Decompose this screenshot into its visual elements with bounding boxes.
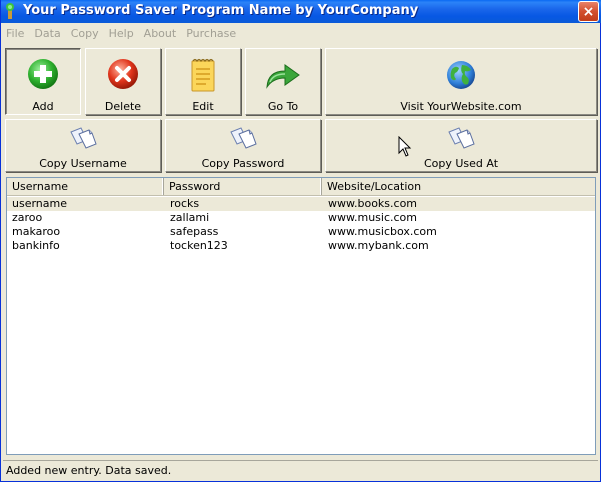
copy-used-at-label: Copy Used At: [423, 157, 499, 170]
cell-username: zaroo: [12, 211, 43, 224]
table-row[interactable]: zaroo zallami www.music.com: [7, 211, 595, 225]
goto-button[interactable]: Go To: [245, 48, 321, 115]
cell-username: username: [12, 197, 67, 210]
cell-website: www.mybank.com: [328, 239, 429, 252]
edit-label: Edit: [192, 100, 214, 113]
list-header: Username Password Website/Location: [7, 178, 595, 196]
menu-purchase[interactable]: Purchase: [186, 27, 236, 40]
table-row[interactable]: username rocks www.books.com: [7, 197, 595, 211]
menu-copy[interactable]: Copy: [71, 27, 99, 40]
password-list[interactable]: Username Password Website/Location usern…: [6, 177, 596, 455]
menu-bar: File Data Copy Help About Purchase: [1, 23, 600, 43]
app-window: Your Password Saver Program Name by Your…: [0, 0, 601, 482]
app-icon: [6, 3, 14, 19]
cell-website: www.music.com: [328, 211, 417, 224]
cell-website: www.books.com: [328, 197, 418, 210]
menu-file[interactable]: File: [6, 27, 24, 40]
delete-label: Delete: [104, 100, 142, 113]
cell-password: safepass: [170, 225, 219, 238]
menu-about[interactable]: About: [144, 27, 177, 40]
visit-website-button[interactable]: Visit YourWebsite.com: [325, 48, 597, 115]
copy-documents-icon: [448, 127, 475, 149]
copy-documents-icon: [230, 127, 257, 149]
copy-password-button[interactable]: Copy Password: [165, 119, 321, 172]
copy-username-button[interactable]: Copy Username: [5, 119, 161, 172]
plus-circle-icon: [28, 59, 58, 89]
window-title: Your Password Saver Program Name by Your…: [23, 3, 419, 18]
close-button[interactable]: ×: [578, 1, 599, 22]
globe-icon: [447, 61, 475, 89]
goto-label: Go To: [267, 100, 299, 113]
x-circle-icon: [108, 59, 138, 89]
cell-website: www.musicbox.com: [328, 225, 437, 238]
edit-button[interactable]: Edit: [165, 48, 241, 115]
visit-website-label: Visit YourWebsite.com: [400, 100, 522, 113]
column-header-website[interactable]: Website/Location: [322, 178, 595, 195]
cell-password: tocken123: [170, 239, 228, 252]
status-bar: Added new entry. Data saved.: [3, 460, 598, 480]
title-bar[interactable]: Your Password Saver Program Name by Your…: [1, 0, 601, 23]
cell-username: bankinfo: [12, 239, 60, 252]
copy-password-label: Copy Password: [201, 157, 285, 170]
mouse-cursor-icon: [398, 136, 412, 157]
status-text: Added new entry. Data saved.: [6, 464, 172, 477]
column-header-username[interactable]: Username: [7, 178, 164, 195]
arrow-right-icon: [266, 64, 300, 89]
table-row[interactable]: makaroo safepass www.musicbox.com: [7, 225, 595, 239]
cell-username: makaroo: [12, 225, 61, 238]
add-label: Add: [32, 100, 54, 113]
menu-data[interactable]: Data: [34, 27, 60, 40]
cell-password: rocks: [170, 197, 200, 210]
add-button[interactable]: Add: [5, 48, 81, 115]
table-row[interactable]: bankinfo tocken123 www.mybank.com: [7, 239, 595, 253]
menu-help[interactable]: Help: [109, 27, 134, 40]
copy-username-label: Copy Username: [39, 157, 127, 170]
close-icon: ×: [582, 3, 595, 20]
delete-button[interactable]: Delete: [85, 48, 161, 115]
copy-documents-icon: [70, 127, 97, 149]
copy-used-at-button[interactable]: Copy Used At: [325, 119, 597, 172]
cell-password: zallami: [170, 211, 210, 224]
notepad-icon: [191, 58, 215, 92]
column-header-password[interactable]: Password: [164, 178, 322, 195]
